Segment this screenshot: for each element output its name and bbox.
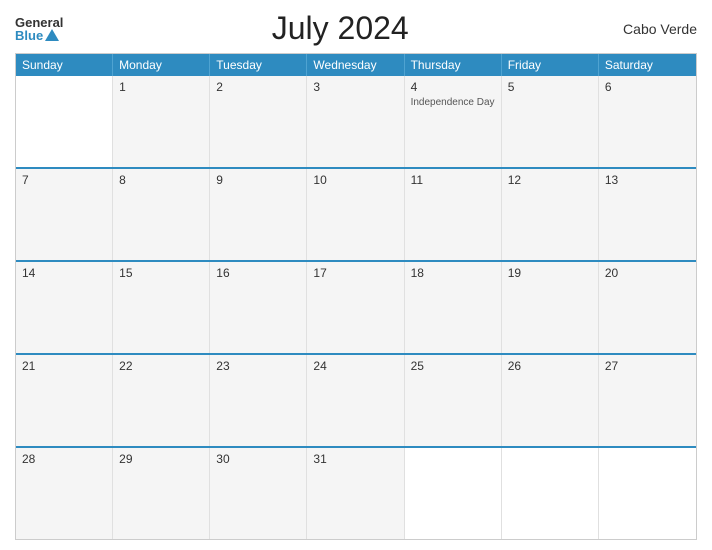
day-number: 31 <box>313 452 397 466</box>
day-cell: 6 <box>599 76 696 167</box>
day-cell <box>502 448 599 539</box>
day-number: 26 <box>508 359 592 373</box>
day-number: 1 <box>119 80 203 94</box>
day-number: 21 <box>22 359 106 373</box>
day-number: 17 <box>313 266 397 280</box>
day-cell: 29 <box>113 448 210 539</box>
day-cell: 9 <box>210 169 307 260</box>
day-cell: 4 Independence Day <box>405 76 502 167</box>
day-cell: 13 <box>599 169 696 260</box>
day-cell: 7 <box>16 169 113 260</box>
day-number: 30 <box>216 452 300 466</box>
calendar-title: July 2024 <box>63 10 617 47</box>
day-number: 3 <box>313 80 397 94</box>
day-number: 19 <box>508 266 592 280</box>
day-cell: 23 <box>210 355 307 446</box>
week-row-4: 21 22 23 24 25 26 27 <box>16 353 696 446</box>
day-cell: 21 <box>16 355 113 446</box>
day-number: 8 <box>119 173 203 187</box>
day-number: 18 <box>411 266 495 280</box>
week-row-3: 14 15 16 17 18 19 20 <box>16 260 696 353</box>
day-number: 16 <box>216 266 300 280</box>
day-number: 7 <box>22 173 106 187</box>
day-cell: 19 <box>502 262 599 353</box>
event-label: Independence Day <box>411 96 495 109</box>
week-row-5: 28 29 30 31 <box>16 446 696 539</box>
day-cell: 17 <box>307 262 404 353</box>
day-header-friday: Friday <box>502 54 599 76</box>
day-number: 15 <box>119 266 203 280</box>
day-cell <box>599 448 696 539</box>
day-number: 2 <box>216 80 300 94</box>
day-cell: 14 <box>16 262 113 353</box>
day-cell: 2 <box>210 76 307 167</box>
logo-blue-text: Blue <box>15 29 63 42</box>
day-cell: 3 <box>307 76 404 167</box>
day-cell: 12 <box>502 169 599 260</box>
day-cell: 25 <box>405 355 502 446</box>
day-number: 27 <box>605 359 690 373</box>
day-number: 4 <box>411 80 495 94</box>
day-cell: 28 <box>16 448 113 539</box>
day-cell: 31 <box>307 448 404 539</box>
day-cell: 1 <box>113 76 210 167</box>
day-cell: 15 <box>113 262 210 353</box>
day-cell: 8 <box>113 169 210 260</box>
day-number: 9 <box>216 173 300 187</box>
day-number: 22 <box>119 359 203 373</box>
day-cell: 26 <box>502 355 599 446</box>
day-headers-row: SundayMondayTuesdayWednesdayThursdayFrid… <box>16 54 696 76</box>
day-cell <box>405 448 502 539</box>
day-number: 14 <box>22 266 106 280</box>
week-row-2: 789 10 11 12 13 <box>16 167 696 260</box>
day-cell: 16 <box>210 262 307 353</box>
day-cell: 18 <box>405 262 502 353</box>
weeks-container: 1234Independence Day56789101112131415161… <box>16 76 696 539</box>
day-cell: 11 <box>405 169 502 260</box>
day-cell: 22 <box>113 355 210 446</box>
day-header-sunday: Sunday <box>16 54 113 76</box>
day-cell: 24 <box>307 355 404 446</box>
day-cell: 20 <box>599 262 696 353</box>
week-row-1: 1234 Independence Day 56 <box>16 76 696 167</box>
day-cell: 27 <box>599 355 696 446</box>
header: General Blue July 2024 Cabo Verde <box>15 10 697 47</box>
day-cell: 30 <box>210 448 307 539</box>
day-number: 24 <box>313 359 397 373</box>
day-number: 28 <box>22 452 106 466</box>
day-header-tuesday: Tuesday <box>210 54 307 76</box>
day-number: 23 <box>216 359 300 373</box>
logo: General Blue <box>15 16 63 42</box>
day-cell: 5 <box>502 76 599 167</box>
country-label: Cabo Verde <box>617 21 697 37</box>
logo-triangle-icon <box>45 29 59 41</box>
calendar-grid: SundayMondayTuesdayWednesdayThursdayFrid… <box>15 53 697 540</box>
day-header-thursday: Thursday <box>405 54 502 76</box>
day-number: 5 <box>508 80 592 94</box>
day-number: 12 <box>508 173 592 187</box>
day-number: 10 <box>313 173 397 187</box>
day-cell: 10 <box>307 169 404 260</box>
day-header-wednesday: Wednesday <box>307 54 404 76</box>
day-number: 13 <box>605 173 690 187</box>
logo-general-text: General <box>15 16 63 29</box>
day-number: 6 <box>605 80 690 94</box>
day-number: 11 <box>411 173 495 187</box>
day-number: 25 <box>411 359 495 373</box>
day-number: 20 <box>605 266 690 280</box>
calendar-page: General Blue July 2024 Cabo Verde Sunday… <box>0 0 712 550</box>
day-number: 29 <box>119 452 203 466</box>
day-header-monday: Monday <box>113 54 210 76</box>
day-cell <box>16 76 113 167</box>
day-header-saturday: Saturday <box>599 54 696 76</box>
